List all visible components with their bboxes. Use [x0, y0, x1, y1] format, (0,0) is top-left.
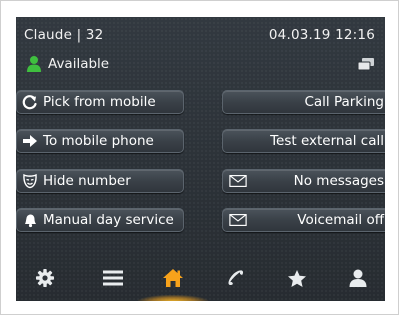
- mask-icon: [21, 172, 39, 190]
- active-tab-indicator: [138, 295, 208, 301]
- star-icon: [288, 269, 306, 287]
- button-label: Pick from mobile: [43, 94, 156, 110]
- nav-contacts[interactable]: [343, 263, 373, 293]
- button-label: Call Parking: [304, 94, 384, 110]
- contacts-icon: [349, 269, 367, 287]
- to-mobile-phone-button[interactable]: To mobile phone: [16, 129, 184, 153]
- envelope-icon: [229, 172, 247, 190]
- user-available-icon: [27, 56, 41, 72]
- home-icon: [163, 269, 183, 287]
- call-parking-button[interactable]: Call Parking: [222, 90, 385, 114]
- bell-icon: [21, 211, 39, 229]
- settings-icon: [36, 269, 54, 287]
- date-time: 04.03.19 12:16: [268, 27, 375, 43]
- nav-home[interactable]: [158, 263, 188, 293]
- voicemail-off-button[interactable]: Voicemail off: [222, 208, 385, 232]
- nav-favorites[interactable]: [282, 263, 312, 293]
- no-messages-button[interactable]: No messages: [222, 169, 385, 193]
- pick-from-mobile-button[interactable]: Pick from mobile: [16, 90, 184, 114]
- presence-status[interactable]: Available: [26, 55, 109, 73]
- nav-settings[interactable]: [30, 263, 60, 293]
- phone-icon: [228, 270, 244, 286]
- button-label: Hide number: [43, 173, 131, 189]
- button-label: To mobile phone: [43, 133, 154, 149]
- phone-screen: Claude | 32 04.03.19 12:16 Available Pic…: [16, 17, 385, 301]
- envelope-icon: [229, 211, 247, 229]
- button-label: Test external call: [270, 133, 384, 149]
- arrow-right-icon: [21, 132, 39, 150]
- button-label: Manual day service: [43, 212, 174, 228]
- button-label: No messages: [293, 173, 384, 189]
- menu-icon: [103, 270, 123, 286]
- screens-icon[interactable]: [357, 57, 375, 71]
- nav-menu[interactable]: [98, 263, 128, 293]
- manual-day-service-button[interactable]: Manual day service: [16, 208, 184, 232]
- device-frame: Claude | 32 04.03.19 12:16 Available Pic…: [0, 0, 399, 315]
- button-label: Voicemail off: [297, 212, 384, 228]
- test-external-call-button[interactable]: Test external call: [222, 129, 385, 153]
- pick-up-icon: [21, 93, 39, 111]
- presence-label: Available: [48, 56, 110, 72]
- nav-phone[interactable]: [221, 263, 251, 293]
- user-extension: Claude | 32: [24, 27, 104, 43]
- hide-number-button[interactable]: Hide number: [16, 169, 184, 193]
